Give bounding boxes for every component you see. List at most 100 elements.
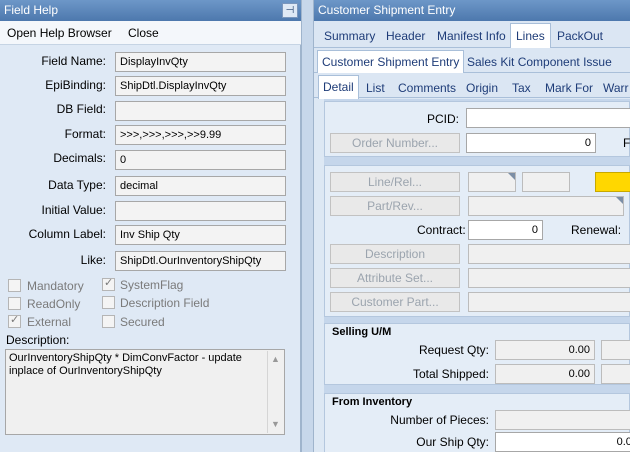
total-shipped-um-input[interactable] <box>601 364 630 384</box>
field-help-menu: Open Help Browser Close <box>0 21 301 45</box>
line-group: Line/Rel... Part/Rev... Contract: 0 Rene… <box>324 165 630 317</box>
panel-splitter[interactable] <box>301 0 314 452</box>
secured-checkbox[interactable] <box>102 315 115 328</box>
tab-warranty[interactable]: Warr <box>603 81 629 95</box>
tab-manifest-info[interactable]: Manifest Info <box>437 29 506 43</box>
order-number-button[interactable]: Order Number... <box>330 133 460 153</box>
request-qty-um-input[interactable] <box>601 340 630 360</box>
scroll-up-icon[interactable]: ▲ <box>271 353 280 366</box>
request-qty-input[interactable]: 0.00 <box>495 340 595 360</box>
tab-packout[interactable]: PackOut <box>557 29 603 43</box>
field-help-panel: Field Help ⊣ Open Help Browser Close Fie… <box>0 0 301 452</box>
description-field-checkbox[interactable] <box>102 296 115 309</box>
tab-detail[interactable]: Detail <box>318 75 359 99</box>
dropdown-corner-icon <box>508 173 515 180</box>
mandatory-label: Mandatory <box>27 279 84 293</box>
tab-comments[interactable]: Comments <box>398 81 456 95</box>
num-pieces-input[interactable]: 0 <box>495 410 630 430</box>
customer-part-input[interactable] <box>468 292 630 312</box>
total-shipped-label: Total Shipped: <box>412 367 489 381</box>
mandatory-checkbox[interactable] <box>8 279 21 292</box>
tab-lines[interactable]: Lines <box>510 23 551 49</box>
contract-input[interactable]: 0 <box>468 220 543 240</box>
external-label: External <box>27 315 72 329</box>
part-rev-button[interactable]: Part/Rev... <box>330 196 460 216</box>
readonly-checkbox[interactable] <box>8 297 21 310</box>
description-text: OurInventoryShipQty * DimConvFactor - up… <box>9 352 242 377</box>
from-inventory-title: From Inventory <box>332 396 413 408</box>
initial-value-label: Initial Value: <box>41 203 106 217</box>
order-right-fragment: F <box>623 136 630 150</box>
order-group: PCID: Order Number... 0 F <box>324 101 630 157</box>
open-help-browser-button[interactable]: Open Help Browser <box>7 26 112 40</box>
customer-part-button[interactable]: Customer Part... <box>330 292 460 312</box>
total-shipped-input[interactable]: 0.00 <box>495 364 595 384</box>
attribute-set-button[interactable]: Attribute Set... <box>330 268 460 288</box>
line-rel-button[interactable]: Line/Rel... <box>330 172 460 192</box>
field-name-value[interactable]: DisplayInvQty <box>115 52 286 72</box>
description-button[interactable]: Description <box>330 244 460 264</box>
field-name-label: Field Name: <box>41 54 106 68</box>
tab-origin[interactable]: Origin <box>466 81 498 95</box>
pin-icon[interactable]: ⊣ <box>282 3 298 18</box>
selling-um-group: Selling U/M Request Qty: 0.00 Total Ship… <box>324 323 630 385</box>
line-input[interactable] <box>468 172 516 192</box>
decimals-value[interactable]: 0 <box>115 150 286 170</box>
detail-tabs: Detail List Comments Origin Tax Mark For… <box>314 73 630 99</box>
tab-sales-kit-component-issue[interactable]: Sales Kit Component Issue <box>467 55 612 69</box>
like-value[interactable]: ShipDtl.OurInventoryShipQty <box>115 251 286 271</box>
tab-customer-shipment-entry[interactable]: Customer Shipment Entry <box>317 50 465 74</box>
column-label-value[interactable]: Inv Ship Qty <box>115 225 286 245</box>
shipment-titlebar: Customer Shipment Entry <box>314 0 630 21</box>
like-label: Like: <box>80 253 106 267</box>
selling-um-title: Selling U/M <box>332 326 392 338</box>
pcid-label: PCID: <box>426 112 459 126</box>
format-value[interactable]: >>>,>>>,>>>,>>9.99 <box>115 125 286 145</box>
order-number-input[interactable]: 0 <box>466 133 596 153</box>
systemflag-label: SystemFlag <box>120 278 184 292</box>
tab-summary[interactable]: Summary <box>324 29 375 43</box>
from-inventory-group: From Inventory Number of Pieces: 0 Our S… <box>324 393 630 452</box>
close-button[interactable]: Close <box>128 26 159 40</box>
status-indicator <box>595 172 630 192</box>
external-checkbox[interactable]: ✓ <box>8 314 21 328</box>
dropdown-corner-icon <box>616 197 623 204</box>
systemflag-checkbox[interactable]: ✓ <box>102 277 115 291</box>
part-rev-input[interactable] <box>468 196 624 216</box>
tab-list[interactable]: List <box>366 81 385 95</box>
readonly-label: ReadOnly <box>27 297 81 311</box>
description-textarea[interactable]: OurInventoryShipQty * DimConvFactor - up… <box>5 349 285 435</box>
tab-mark-for[interactable]: Mark For <box>545 81 593 95</box>
description-input[interactable] <box>468 244 630 264</box>
field-help-title: Field Help <box>4 3 59 17</box>
data-type-value[interactable]: decimal <box>115 176 286 196</box>
our-ship-qty-input[interactable]: 0.00 <box>495 432 630 452</box>
description-field-label: Description Field <box>120 296 210 310</box>
num-pieces-label: Number of Pieces: <box>390 413 489 427</box>
db-field-value[interactable] <box>115 101 286 121</box>
data-type-label: Data Type: <box>48 178 106 192</box>
check-icon: ✓ <box>10 314 20 326</box>
sub-tabs: Customer Shipment Entry Sales Kit Compon… <box>314 48 630 74</box>
format-label: Format: <box>64 127 106 141</box>
description-scrollbar[interactable]: ▲ ▼ <box>267 351 283 433</box>
pcid-input[interactable] <box>466 108 630 128</box>
main-tabs: Summary Header Manifest Info Lines PackO… <box>314 21 630 49</box>
tab-tax[interactable]: Tax <box>512 81 531 95</box>
description-label: Description: <box>6 333 70 347</box>
request-qty-label: Request Qty: <box>418 343 489 357</box>
shipment-title: Customer Shipment Entry <box>318 3 456 17</box>
rel-input[interactable] <box>522 172 570 192</box>
check-icon: ✓ <box>104 277 114 289</box>
detail-content: PCID: Order Number... 0 F Line/Rel... Pa… <box>324 99 630 452</box>
tab-header[interactable]: Header <box>386 29 425 43</box>
attribute-set-input[interactable] <box>468 268 630 288</box>
field-help-titlebar: Field Help ⊣ <box>0 0 301 21</box>
scroll-down-icon[interactable]: ▼ <box>271 418 280 431</box>
contract-label: Contract: <box>417 223 466 237</box>
our-ship-qty-label: Our Ship Qty: <box>416 435 489 449</box>
db-field-label: DB Field: <box>56 102 106 116</box>
secured-label: Secured <box>120 315 165 329</box>
initial-value-value[interactable] <box>115 201 286 221</box>
epibinding-value[interactable]: ShipDtl.DisplayInvQty <box>115 76 286 96</box>
